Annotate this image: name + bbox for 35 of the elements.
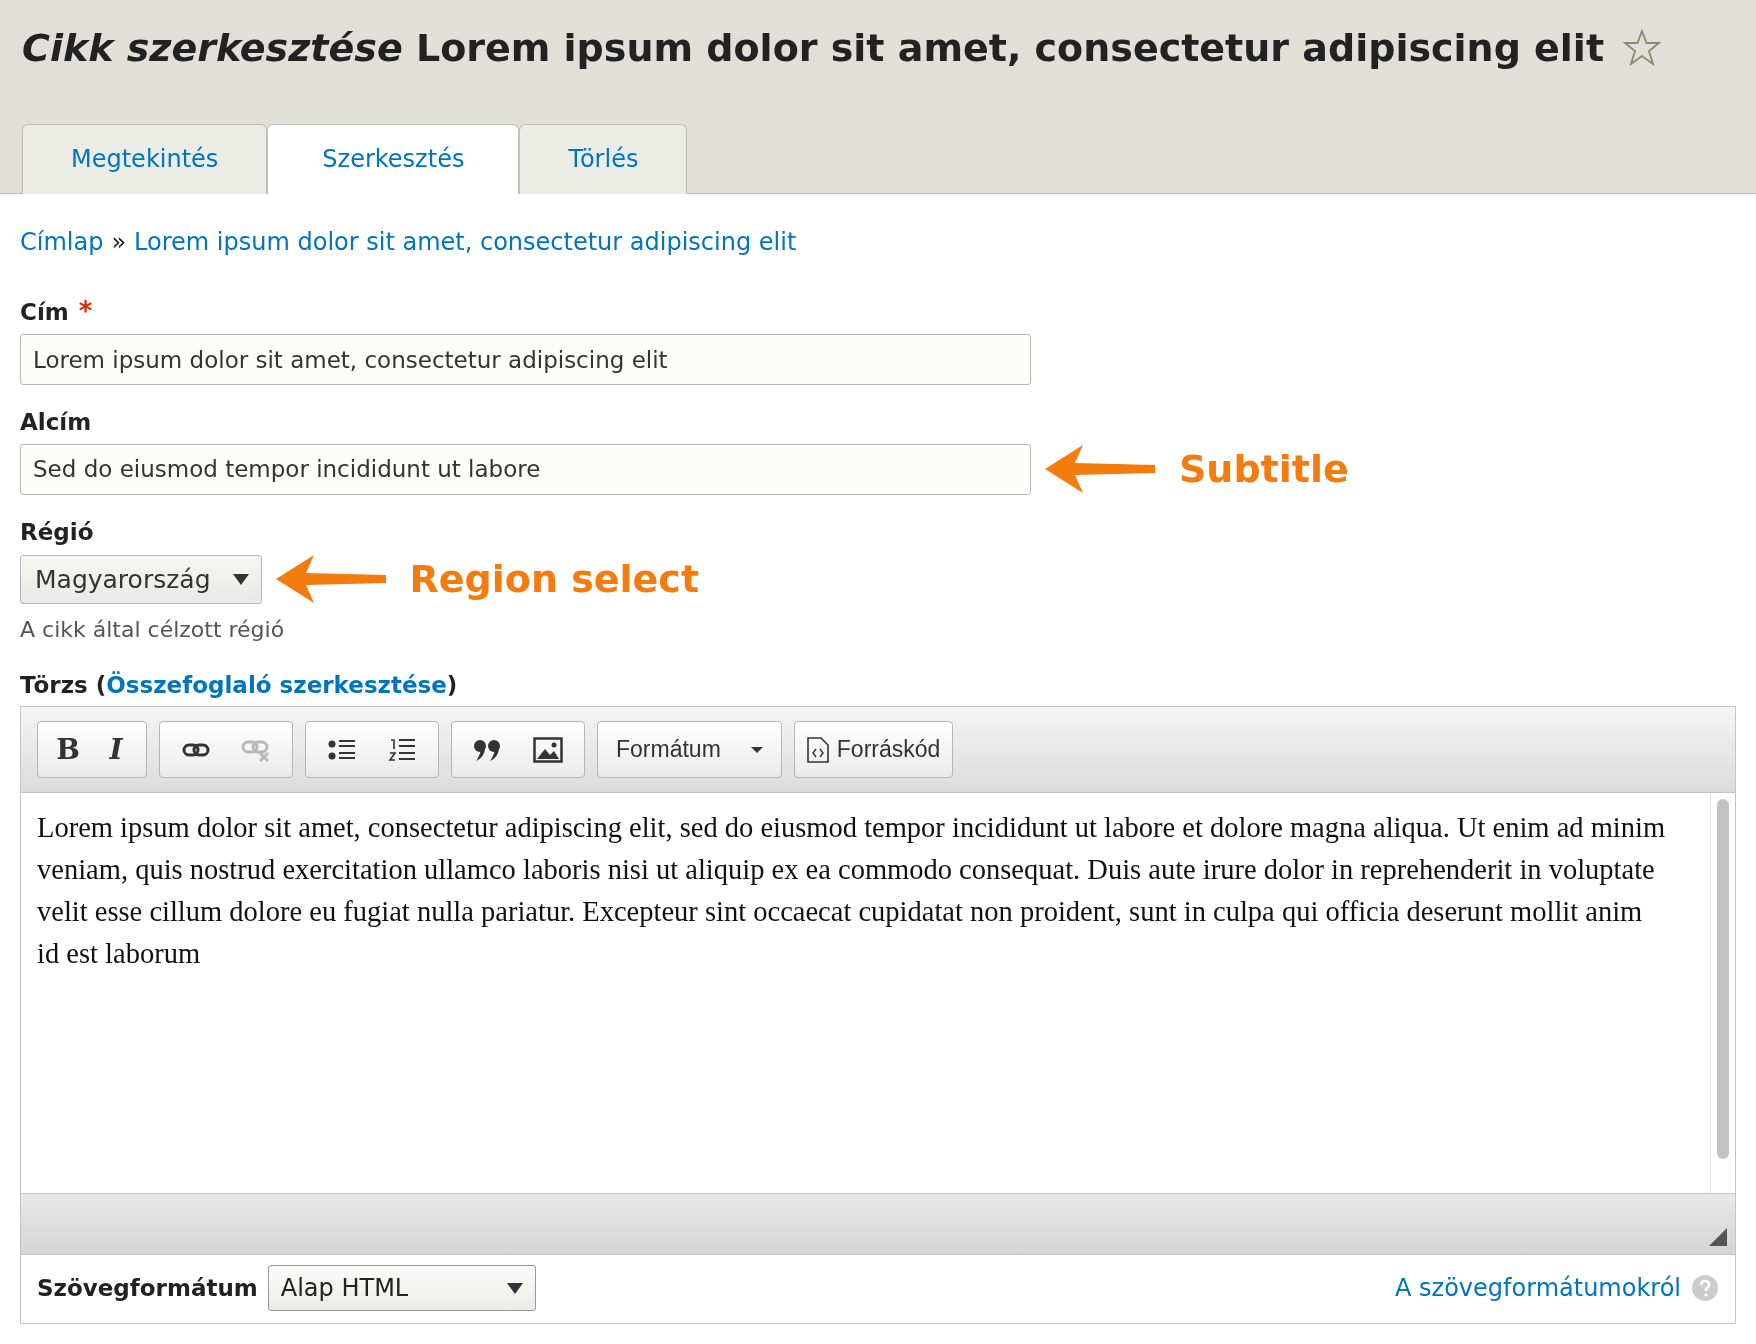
field-label: Törzs (Összefoglaló szerkesztése) — [20, 672, 458, 698]
scrollbar-thumb[interactable] — [1717, 799, 1729, 1159]
breadcrumb-link[interactable]: Címlap — [20, 228, 104, 256]
image-icon[interactable] — [533, 736, 563, 763]
summary-link[interactable]: Összefoglaló szerkesztése — [106, 672, 447, 698]
tab[interactable]: Szerkesztés — [267, 124, 520, 194]
italic-button[interactable]: I — [92, 727, 140, 772]
numbered-list-icon[interactable] — [388, 736, 416, 763]
field-description: A cikk által célzott régió — [20, 617, 286, 642]
annotation-label: Region select — [409, 557, 700, 601]
field-label: Cím — [20, 299, 69, 325]
text-field[interactable]: Lorem ipsum dolor sit amet, consectetur adipiscing elit — [20, 334, 1031, 385]
star-icon[interactable] — [1622, 28, 1663, 68]
tab[interactable]: Törlés — [519, 124, 688, 194]
bulleted-list-icon[interactable] — [328, 737, 356, 762]
region-select[interactable]: Magyarország — [20, 554, 262, 604]
field-label: Régió — [20, 519, 94, 545]
resize-handle-icon[interactable] — [1709, 1228, 1727, 1246]
breadcrumb-separator: » — [111, 228, 127, 256]
breadcrumb-link[interactable]: Lorem ipsum dolor sit amet, consectetur adipiscing elit — [134, 228, 797, 256]
tab[interactable]: Megtekintés — [22, 124, 268, 194]
field-label: Alcím — [20, 409, 92, 435]
text-format-select[interactable]: Alap HTML — [267, 1265, 536, 1311]
format-help-link[interactable]: A szövegformátumokról — [1395, 1274, 1681, 1302]
annotation-label: Subtitle — [1179, 447, 1349, 491]
format-label: Szövegformátum — [37, 1275, 258, 1301]
arrow-icon — [275, 553, 386, 605]
editor-text[interactable]: Lorem ipsum dolor sit amet, consectetur adipiscing elit, sed do eiusmod tempor incididunt ut labore et dolore magna aliqua. Ut enim ad minim veniam, quis nostrud exercitation ullamco laboris nisi ut aliquip ex ea commodo consequat. Duis aute irure dolor in reprehenderit in voluptate velit esse cillum dolore eu fugiat nulla pariatur. Excepteur sint occaecat cupidatat non proident, sunt in culpa qui officia deserunt mollit anim id est laborum — [21, 793, 1710, 1193]
page-title: Cikk szerkesztése Lorem ipsum dolor sit amet, consectetur adipiscing elit — [22, 26, 1605, 70]
document-icon[interactable] — [806, 736, 829, 763]
arrow-icon — [1045, 443, 1155, 495]
bold-button[interactable]: B — [44, 727, 92, 772]
quote-icon[interactable] — [473, 738, 503, 761]
text-field[interactable]: Sed do eiusmod tempor incididunt ut labore — [20, 443, 1031, 495]
required-mark: * — [78, 296, 93, 326]
